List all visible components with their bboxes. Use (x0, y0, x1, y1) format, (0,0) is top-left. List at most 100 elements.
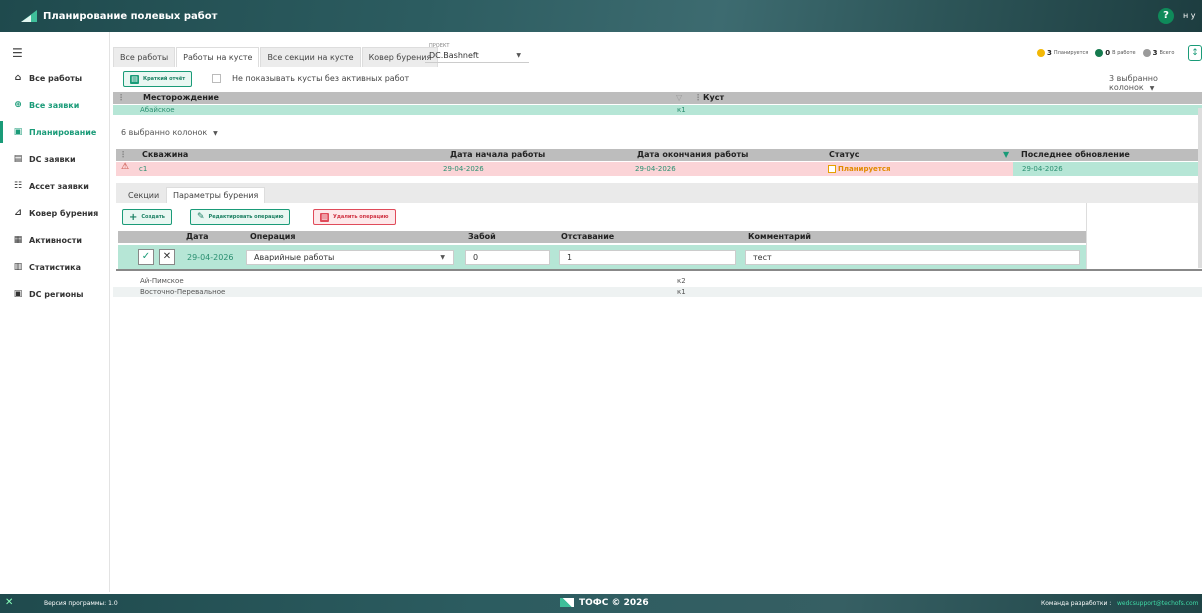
total-dot-icon (1142, 49, 1151, 57)
tab-all-works[interactable]: Все работы (113, 47, 176, 67)
comment-input[interactable]: тест (745, 250, 1080, 265)
sidebar-item-planning[interactable]: ▣ Планирование (0, 121, 110, 143)
status-planned-icon (828, 165, 836, 173)
status-badge: Планируется (838, 165, 891, 173)
op-date: 29-04-2026 (187, 253, 234, 262)
tab-pad-works[interactable]: Работы на кусте (176, 47, 260, 67)
header-updated[interactable]: Последнее обновление (1021, 150, 1130, 159)
well-name: c1 (139, 165, 148, 173)
table-row[interactable]: Абайское к1 (113, 105, 1202, 115)
header-depth[interactable]: Забой (468, 232, 496, 241)
board-icon: ▤ (13, 154, 23, 164)
depth-input[interactable]: 0 (465, 250, 550, 265)
header-lag[interactable]: Отставание (561, 232, 614, 241)
chevron-down-icon: ▼ (516, 52, 521, 59)
view-tabs: Все работы Работы на кусте Все секции на… (113, 43, 439, 67)
ops-table-header: Дата Операция Забой Отставание Комментар… (118, 231, 1086, 243)
home-icon: ⌂ (14, 73, 22, 83)
dev-team-email[interactable]: wedcsupport@techofs.com (1117, 600, 1199, 607)
filter-icon[interactable]: ▽ (676, 93, 682, 102)
footer-logo-icon: ✕ (5, 597, 14, 608)
create-button[interactable]: + Создать (122, 209, 172, 225)
edit-operation-button[interactable]: ✎ Редактировать операцию (190, 209, 291, 225)
sidebar-item-label: Ассет заявки (29, 181, 89, 191)
hide-empty-pads-checkbox[interactable] (212, 74, 221, 83)
project-label: ПРОЕКТ (429, 43, 450, 49)
chart-icon: ▥ (13, 262, 23, 272)
plus-icon: + (129, 211, 138, 223)
globe-icon: ⊕ (14, 100, 22, 110)
filter-active-icon[interactable]: ▼ (1003, 150, 1009, 159)
menu-icon[interactable]: ☰ (12, 46, 23, 60)
sidebar-item-label: Активности (29, 235, 82, 245)
table-row[interactable]: Восточно-Перевальное к1 (113, 287, 1202, 297)
dev-team-label: Команда разработки : (1041, 600, 1112, 607)
sidebar-item-statistics[interactable]: ▥ Статистика (0, 256, 110, 278)
in-progress-dot-icon (1095, 49, 1104, 57)
top-bar: Планирование полевых работ ? н у (0, 0, 1202, 32)
header-well[interactable]: Скважина (142, 150, 188, 159)
drag-handle-icon[interactable]: ⋮ (694, 93, 702, 102)
map-icon: ▣ (13, 289, 23, 299)
counter-in-progress: 0В работе (1095, 49, 1136, 57)
well-updated: 29-04-2026 (1022, 165, 1063, 173)
sidebar-item-all-works[interactable]: ⌂ Все работы (0, 67, 110, 89)
trash-icon: ▥ (320, 212, 329, 222)
sidebar-item-label: DC заявки (29, 154, 76, 164)
drag-handle-icon[interactable]: ⋮ (119, 150, 127, 159)
cancel-row-button[interactable]: ✕ (159, 249, 175, 265)
save-row-button[interactable]: ✓ (138, 249, 154, 265)
grid-icon: ▦ (13, 235, 23, 245)
operation-select[interactable]: Аварийные работы ▼ (246, 250, 454, 265)
sidebar-item-dc-requests[interactable]: ▤ DC заявки (0, 148, 110, 170)
sidebar-item-asset-requests[interactable]: ☷ Ассет заявки (0, 175, 110, 197)
project-select[interactable]: ПРОЕКТ DC.Bashneft ▼ (425, 43, 529, 63)
header-end[interactable]: Дата окончания работы (637, 150, 748, 159)
header-operation[interactable]: Операция (250, 232, 296, 241)
header-comment[interactable]: Комментарий (748, 232, 811, 241)
table-row[interactable]: ⚠ c1 29-04-2026 29-04-2026 Планируется 2… (116, 162, 1202, 176)
help-icon[interactable]: ? (1158, 8, 1174, 24)
app-logo-icon (21, 10, 37, 22)
columns-select-top[interactable]: 3 выбранно колонок ▼ (1109, 74, 1202, 92)
header-pad[interactable]: Куст (703, 93, 724, 102)
sidebar-item-drilling-carpet[interactable]: ⊿ Ковер бурения (0, 202, 110, 224)
steps-icon: ⊿ (14, 208, 22, 218)
ops-edit-row: ✓ ✕ 29-04-2026 Аварийные работы ▼ 0 1 те… (118, 245, 1086, 269)
pencil-icon: ✎ (197, 212, 205, 222)
sidebar-item-all-requests[interactable]: ⊕ Все заявки (0, 94, 110, 116)
sidebar-item-dc-regions[interactable]: ▣ DC регионы (0, 283, 110, 305)
sidebar-item-label: Статистика (29, 262, 81, 272)
delete-operation-button[interactable]: ▥ Удалить операцию (313, 209, 396, 225)
refresh-icon[interactable]: ↕ (1188, 45, 1202, 61)
vertical-scrollbar[interactable] (1198, 108, 1202, 268)
sidebar-item-label: Планирование (29, 127, 97, 137)
brand-logo-icon (560, 598, 574, 607)
status-counters: 3 Планируется 0В работе 3 Всего (1037, 49, 1181, 57)
header-field[interactable]: Месторождение (143, 93, 219, 102)
lag-input[interactable]: 1 (559, 250, 736, 265)
chevron-down-icon: ▼ (1149, 85, 1155, 92)
columns-select-wells[interactable]: 6 выбранно колонок ▼ (121, 128, 218, 137)
tab-all-sections[interactable]: Все секции на кусте (260, 47, 361, 67)
header-date[interactable]: Дата (186, 232, 209, 241)
well-start: 29-04-2026 (443, 165, 484, 173)
sidebar: ☰ ⌂ Все работы ⊕ Все заявки ▣ Планирован… (0, 32, 110, 592)
hide-empty-pads-label: Не показывать кусты без активных работ (232, 74, 410, 83)
counter-total: 3 Всего (1142, 49, 1174, 57)
sidebar-item-label: Все работы (29, 73, 83, 83)
short-report-button[interactable]: ▤ Краткий отчёт (123, 71, 193, 87)
app-title: Планирование полевых работ (43, 10, 218, 22)
table-row[interactable]: Ай-Пимское к2 (113, 276, 1202, 286)
sidebar-item-label: Ковер бурения (29, 208, 99, 218)
project-value: DC.Bashneft (429, 51, 479, 60)
warning-icon: ⚠ (121, 162, 130, 172)
chevron-down-icon: ▼ (213, 130, 218, 137)
header-start[interactable]: Дата начала работы (450, 150, 545, 159)
header-status[interactable]: Статус (829, 150, 860, 159)
sidebar-item-activities[interactable]: ▦ Активности (0, 229, 110, 251)
sidebar-item-label: Все заявки (29, 100, 80, 110)
user-menu[interactable]: н у (1183, 11, 1196, 20)
drag-handle-icon[interactable]: ⋮ (117, 93, 125, 102)
brand-copyright: ТОФС © 2026 (579, 598, 649, 608)
